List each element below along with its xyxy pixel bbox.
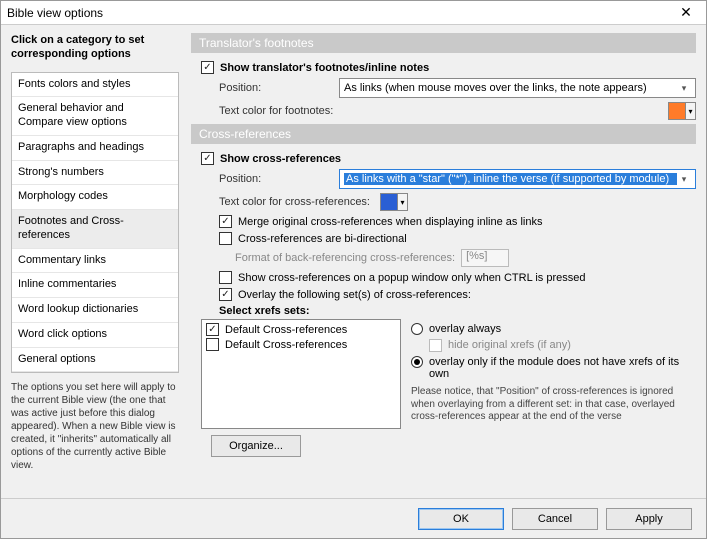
hide-original-label: hide original xrefs (if any): [448, 339, 571, 351]
xref-set-item[interactable]: Default Cross-references: [206, 323, 396, 336]
category-general-behavior[interactable]: General behavior and Compare view option…: [12, 97, 178, 136]
footnote-position-row: Position: As links (when mouse moves ove…: [219, 78, 696, 98]
popup-ctrl-option[interactable]: Show cross-references on a popup window …: [219, 271, 696, 284]
overlay-sets-label: Overlay the following set(s) of cross-re…: [238, 289, 471, 301]
backref-format-row: Format of back-referencing cross-referen…: [235, 249, 696, 267]
category-footnotes-xrefs[interactable]: Footnotes and Cross-references: [12, 210, 178, 249]
overlay-sets-checkbox[interactable]: [219, 288, 232, 301]
footnote-color-row: Text color for footnotes: ▾: [219, 102, 696, 120]
dialog-footer: OK Cancel Apply: [1, 498, 706, 538]
show-footnotes-option[interactable]: Show translator's footnotes/inline notes: [201, 61, 696, 74]
merge-xrefs-option[interactable]: Merge original cross-references when dis…: [219, 215, 696, 228]
chevron-down-icon: ▾: [677, 174, 691, 185]
xref-position-value: As links with a "star" ("*"), inline the…: [344, 173, 677, 185]
merge-xrefs-label: Merge original cross-references when dis…: [238, 216, 542, 228]
backref-format-input[interactable]: [%s]: [461, 249, 509, 267]
category-strongs[interactable]: Strong's numbers: [12, 161, 178, 186]
ok-button[interactable]: OK: [418, 508, 504, 530]
category-fonts[interactable]: Fonts colors and styles: [12, 73, 178, 98]
color-swatch: [669, 103, 685, 119]
xref-set-checkbox[interactable]: [206, 338, 219, 351]
overlay-only-option[interactable]: overlay only if the module does not have…: [411, 356, 696, 380]
overlay-sets-option[interactable]: Overlay the following set(s) of cross-re…: [219, 288, 696, 301]
xref-set-label: Default Cross-references: [225, 324, 347, 336]
xref-set-label: Default Cross-references: [225, 339, 347, 351]
xref-position-select[interactable]: As links with a "star" ("*"), inline the…: [339, 169, 696, 189]
apply-button[interactable]: Apply: [606, 508, 692, 530]
show-xrefs-label: Show cross-references: [220, 153, 341, 165]
show-footnotes-checkbox[interactable]: [201, 61, 214, 74]
color-swatch: [381, 194, 397, 210]
bidi-xrefs-label: Cross-references are bi-directional: [238, 233, 407, 245]
xref-position-label: Position:: [219, 173, 339, 185]
overlay-always-option[interactable]: overlay always: [411, 323, 696, 335]
footnote-position-select[interactable]: As links (when mouse moves over the link…: [339, 78, 696, 98]
hide-original-option[interactable]: hide original xrefs (if any): [429, 339, 696, 352]
backref-format-label: Format of back-referencing cross-referen…: [235, 252, 455, 264]
category-list: Fonts colors and styles General behavior…: [11, 72, 179, 374]
footnote-position-label: Position:: [219, 82, 339, 94]
footnote-color-label: Text color for footnotes:: [219, 105, 333, 117]
chevron-down-icon: ▾: [397, 194, 407, 210]
overlay-only-label: overlay only if the module does not have…: [429, 356, 696, 380]
category-word-click[interactable]: Word click options: [12, 323, 178, 348]
category-paragraphs[interactable]: Paragraphs and headings: [12, 136, 178, 161]
close-icon[interactable]: ✕: [670, 3, 702, 23]
xref-set-checkbox[interactable]: [206, 323, 219, 336]
category-morphology[interactable]: Morphology codes: [12, 185, 178, 210]
xref-sets-row: Default Cross-references Default Cross-r…: [201, 319, 696, 457]
overlay-only-radio[interactable]: [411, 356, 423, 368]
dialog-content: Click on a category to set corresponding…: [1, 25, 706, 498]
overlay-always-radio[interactable]: [411, 323, 423, 335]
xref-color-picker[interactable]: ▾: [380, 193, 408, 211]
popup-ctrl-label: Show cross-references on a popup window …: [238, 272, 586, 284]
overlay-mode-column: overlay always hide original xrefs (if a…: [411, 319, 696, 424]
overlay-always-label: overlay always: [429, 323, 501, 335]
xrefs-group-header: Cross-references: [191, 124, 696, 144]
overlay-note: Please notice, that "Position" of cross-…: [411, 386, 696, 424]
merge-xrefs-checkbox[interactable]: [219, 215, 232, 228]
footnotes-group-header: Translator's footnotes: [191, 33, 696, 53]
hide-original-checkbox[interactable]: [429, 339, 442, 352]
footnote-color-picker[interactable]: ▾: [668, 102, 696, 120]
category-word-lookup[interactable]: Word lookup dictionaries: [12, 298, 178, 323]
chevron-down-icon: ▾: [685, 103, 695, 119]
options-panel: Translator's footnotes Show translator's…: [185, 25, 706, 498]
category-general-options[interactable]: General options: [12, 348, 178, 373]
category-inline-commentaries[interactable]: Inline commentaries: [12, 273, 178, 298]
bidi-xrefs-option[interactable]: Cross-references are bi-directional: [219, 232, 696, 245]
cancel-button[interactable]: Cancel: [512, 508, 598, 530]
footnote-position-value: As links (when mouse moves over the link…: [344, 82, 677, 94]
window-title: Bible view options: [7, 6, 670, 20]
xref-set-item[interactable]: Default Cross-references: [206, 338, 396, 351]
popup-ctrl-checkbox[interactable]: [219, 271, 232, 284]
titlebar: Bible view options ✕: [1, 1, 706, 25]
xref-position-row: Position: As links with a "star" ("*"), …: [219, 169, 696, 189]
bidi-xrefs-checkbox[interactable]: [219, 232, 232, 245]
show-xrefs-option[interactable]: Show cross-references: [201, 152, 696, 165]
category-sidebar: Click on a category to set corresponding…: [1, 25, 185, 498]
sidebar-heading: Click on a category to set corresponding…: [11, 33, 179, 62]
organize-button[interactable]: Organize...: [211, 435, 301, 457]
xref-sets-heading: Select xrefs sets:: [219, 305, 696, 317]
xref-color-row: Text color for cross-references: ▾: [219, 193, 696, 211]
xref-sets-listbox[interactable]: Default Cross-references Default Cross-r…: [201, 319, 401, 429]
category-commentary-links[interactable]: Commentary links: [12, 249, 178, 274]
show-xrefs-checkbox[interactable]: [201, 152, 214, 165]
xref-color-label: Text color for cross-references:: [219, 196, 370, 208]
bible-view-options-dialog: Bible view options ✕ Click on a category…: [0, 0, 707, 539]
show-footnotes-label: Show translator's footnotes/inline notes: [220, 62, 429, 74]
chevron-down-icon: ▾: [677, 83, 691, 94]
sidebar-note: The options you set here will apply to t…: [11, 381, 179, 472]
